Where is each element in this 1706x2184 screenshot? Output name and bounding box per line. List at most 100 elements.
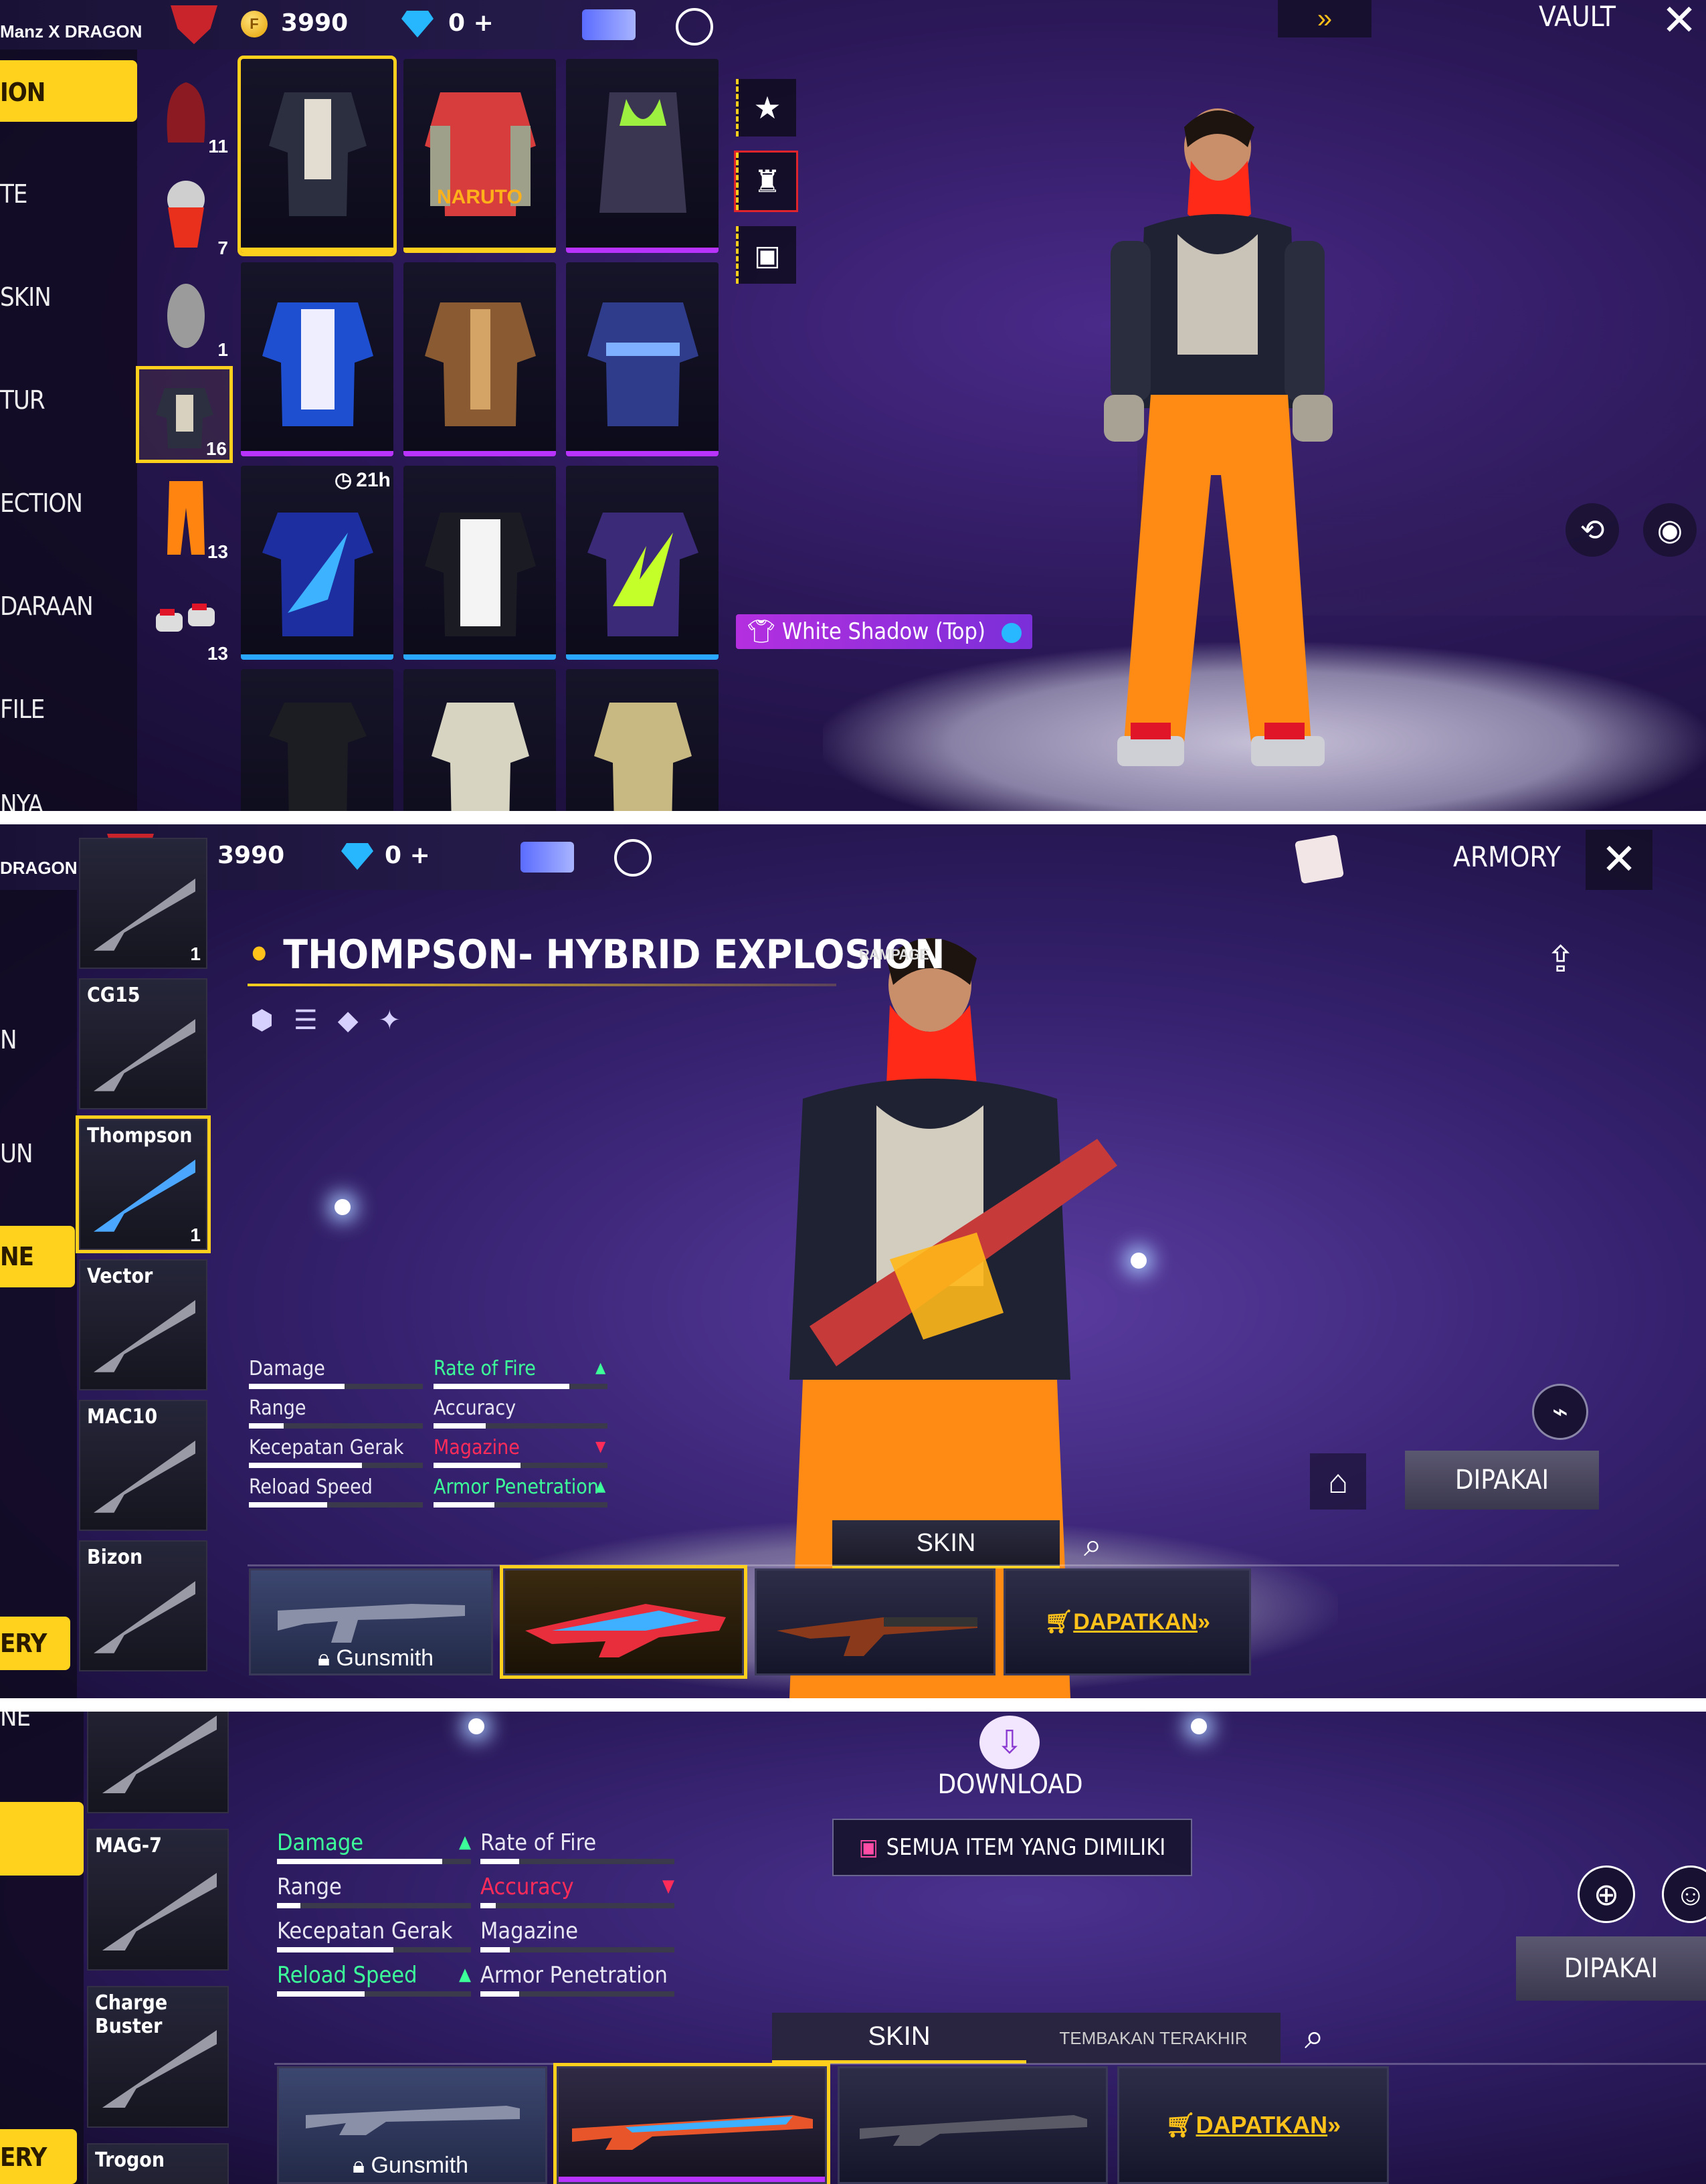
owned-items-button[interactable]: ▣ SEMUA ITEM YANG DIMILIKI [832,1819,1192,1876]
nav-item-8[interactable]: NYA [0,790,43,811]
close-icon[interactable]: ✕ [1652,0,1706,47]
weapon-icon [94,1580,195,1653]
weapon-card[interactable]: Charge Buster [87,1986,229,2128]
nav-item-1[interactable]: N [0,1025,17,1055]
zoom-in-icon[interactable]: ⊕ [1578,1865,1635,1923]
side-navigation: ION TE SKIN TUR ECTION DARAAN FILE NYA [0,0,137,811]
nav-item-2[interactable]: TE [0,179,27,209]
skin-card-classic[interactable] [838,2066,1108,2184]
share-icon[interactable]: ⇪ [1545,938,1576,980]
category-pants[interactable]: 13 [140,472,231,563]
weapon-card[interactable]: Vector [79,1259,207,1390]
nav-item-1[interactable]: NE [0,1712,31,1732]
weapon-icon [94,1299,195,1372]
stat-bar-fill [434,1384,569,1389]
outfit-button[interactable]: ♜ [734,151,798,212]
face-icon [167,283,205,348]
nav-item-skin[interactable]: SKIN [0,282,52,312]
weapon-card[interactable]: CG15 [79,978,207,1109]
character-icon[interactable]: ☺ [1662,1865,1706,1923]
stat-down-arrow-icon: ▼ [595,1439,606,1455]
diamond-badge-icon: ◆ [337,1006,359,1035]
nav-item-profile[interactable]: FILE [0,695,45,724]
tab-skin[interactable]: SKIN [772,2013,1026,2064]
skin-card-hybrid-explosion[interactable] [500,1565,747,1679]
mask-icon [167,180,205,248]
item-tile-vest[interactable] [566,59,719,253]
nav-item-vehicle[interactable]: DARAAN [0,592,94,621]
expand-icon[interactable]: » [1278,0,1371,37]
home-icon[interactable]: ⌂ [1310,1453,1366,1510]
membership-card-icon[interactable] [520,842,574,873]
category-shoes[interactable]: 13 [140,574,231,664]
divider [248,1564,1619,1566]
favorite-button[interactable]: ★ [736,79,796,136]
nav-item-gallery[interactable]: ERY [0,2129,77,2184]
equipped-button[interactable]: DIPAKAI [1405,1451,1599,1510]
stat-bar-fill [480,1991,519,1997]
category-top[interactable]: 16 [136,366,233,463]
tab-last-shot[interactable]: TEMBAKAN TERAKHIR [1026,2013,1281,2064]
weapon-card[interactable] [87,1712,229,1813]
category-count: 16 [205,438,227,459]
weapon-card[interactable]: Trogon [87,2143,229,2184]
nav-item-fashion[interactable]: ION [0,60,137,122]
preview-character-icon[interactable]: ◉ [1643,503,1697,557]
nav-item-collection[interactable]: ECTION [0,488,83,518]
weapon-card[interactable]: Bizon [79,1540,207,1671]
item-tile-black-tee[interactable] [241,669,393,811]
item-tile-naruto[interactable]: NARUTO [403,59,556,253]
mannequin-icon: ♜ [753,164,781,199]
item-tile-racing-jacket[interactable] [566,262,719,456]
category-hood[interactable]: 11 [140,67,231,157]
gallery-button[interactable]: ▣ [736,226,796,284]
nav-item-selected[interactable] [0,1802,84,1876]
item-tile-beige-hoodie[interactable] [403,669,556,811]
weapon-icon [102,1715,217,1794]
nav-item-selected[interactable]: NE [0,1226,75,1287]
skin-card-selected[interactable] [553,2063,830,2184]
weapon-card[interactable]: MAG-7 [87,1829,229,1971]
jacket-icon [262,302,373,426]
item-tile-brown-jacket[interactable] [403,262,556,456]
weapon-card[interactable]: Thompson 1 [76,1115,211,1253]
item-tile-blue-tee[interactable] [241,466,393,660]
nav-item-gallery[interactable]: ERY [0,1617,70,1670]
skin-card-classic-thompson[interactable] [755,1568,996,1675]
gunsmith-card[interactable]: 🔒︎ Gunsmith [277,2066,547,2184]
close-icon[interactable]: ✕ [1592,832,1646,886]
weapon-card[interactable]: 1 [79,838,207,969]
nav-item-gun[interactable]: UN [0,1139,33,1168]
get-button[interactable]: 🛒︎ DAPATKAN » [1004,1568,1251,1675]
category-mask[interactable]: 7 [140,169,231,259]
membership-card-icon[interactable] [582,9,636,40]
item-tile-top-selected[interactable] [238,56,397,256]
rotate-phone-icon[interactable]: ⟲ [1566,503,1619,557]
card-icon[interactable] [1294,834,1345,885]
settings-icon[interactable] [676,8,713,46]
stat-label: Armor Penetration [434,1475,599,1499]
player-name[interactable]: Manz X DRAGON [0,21,142,42]
inspect-icon[interactable]: ⌕ [1084,1527,1102,1564]
weapon-card[interactable]: MAC10 [79,1400,207,1531]
item-tile-lightning-top[interactable] [566,466,719,660]
settings-icon[interactable] [614,839,652,877]
download-cloud-icon[interactable]: ⇩ [979,1716,1040,1769]
category-face[interactable]: 1 [140,270,231,361]
item-tile-blue-jacket[interactable] [241,262,393,456]
tab-skin[interactable]: SKIN [832,1520,1060,1568]
item-tile-khaki-jacket[interactable] [566,669,719,811]
gun-toggle-icon[interactable]: ⌁ [1532,1384,1588,1440]
inspect-icon[interactable]: ⌕ [1305,2017,1324,2058]
equipped-button[interactable]: DIPAKAI [1516,1936,1706,2001]
nav-item-4[interactable]: TUR [0,385,45,415]
player-name[interactable]: DRAGON [0,858,78,879]
stat-bar-fill [277,1991,365,1997]
diamond-amount: 0 + [448,9,494,37]
item-tile-white-jacket[interactable] [403,466,556,660]
vest-icon [599,92,686,213]
gunsmith-card[interactable]: 🔒︎ Gunsmith [249,1568,493,1675]
stat-up-arrow-icon: ▲ [459,1965,471,1985]
stat-bar [249,1423,423,1429]
get-button[interactable]: 🛒︎ DAPATKAN » [1117,2066,1389,2184]
